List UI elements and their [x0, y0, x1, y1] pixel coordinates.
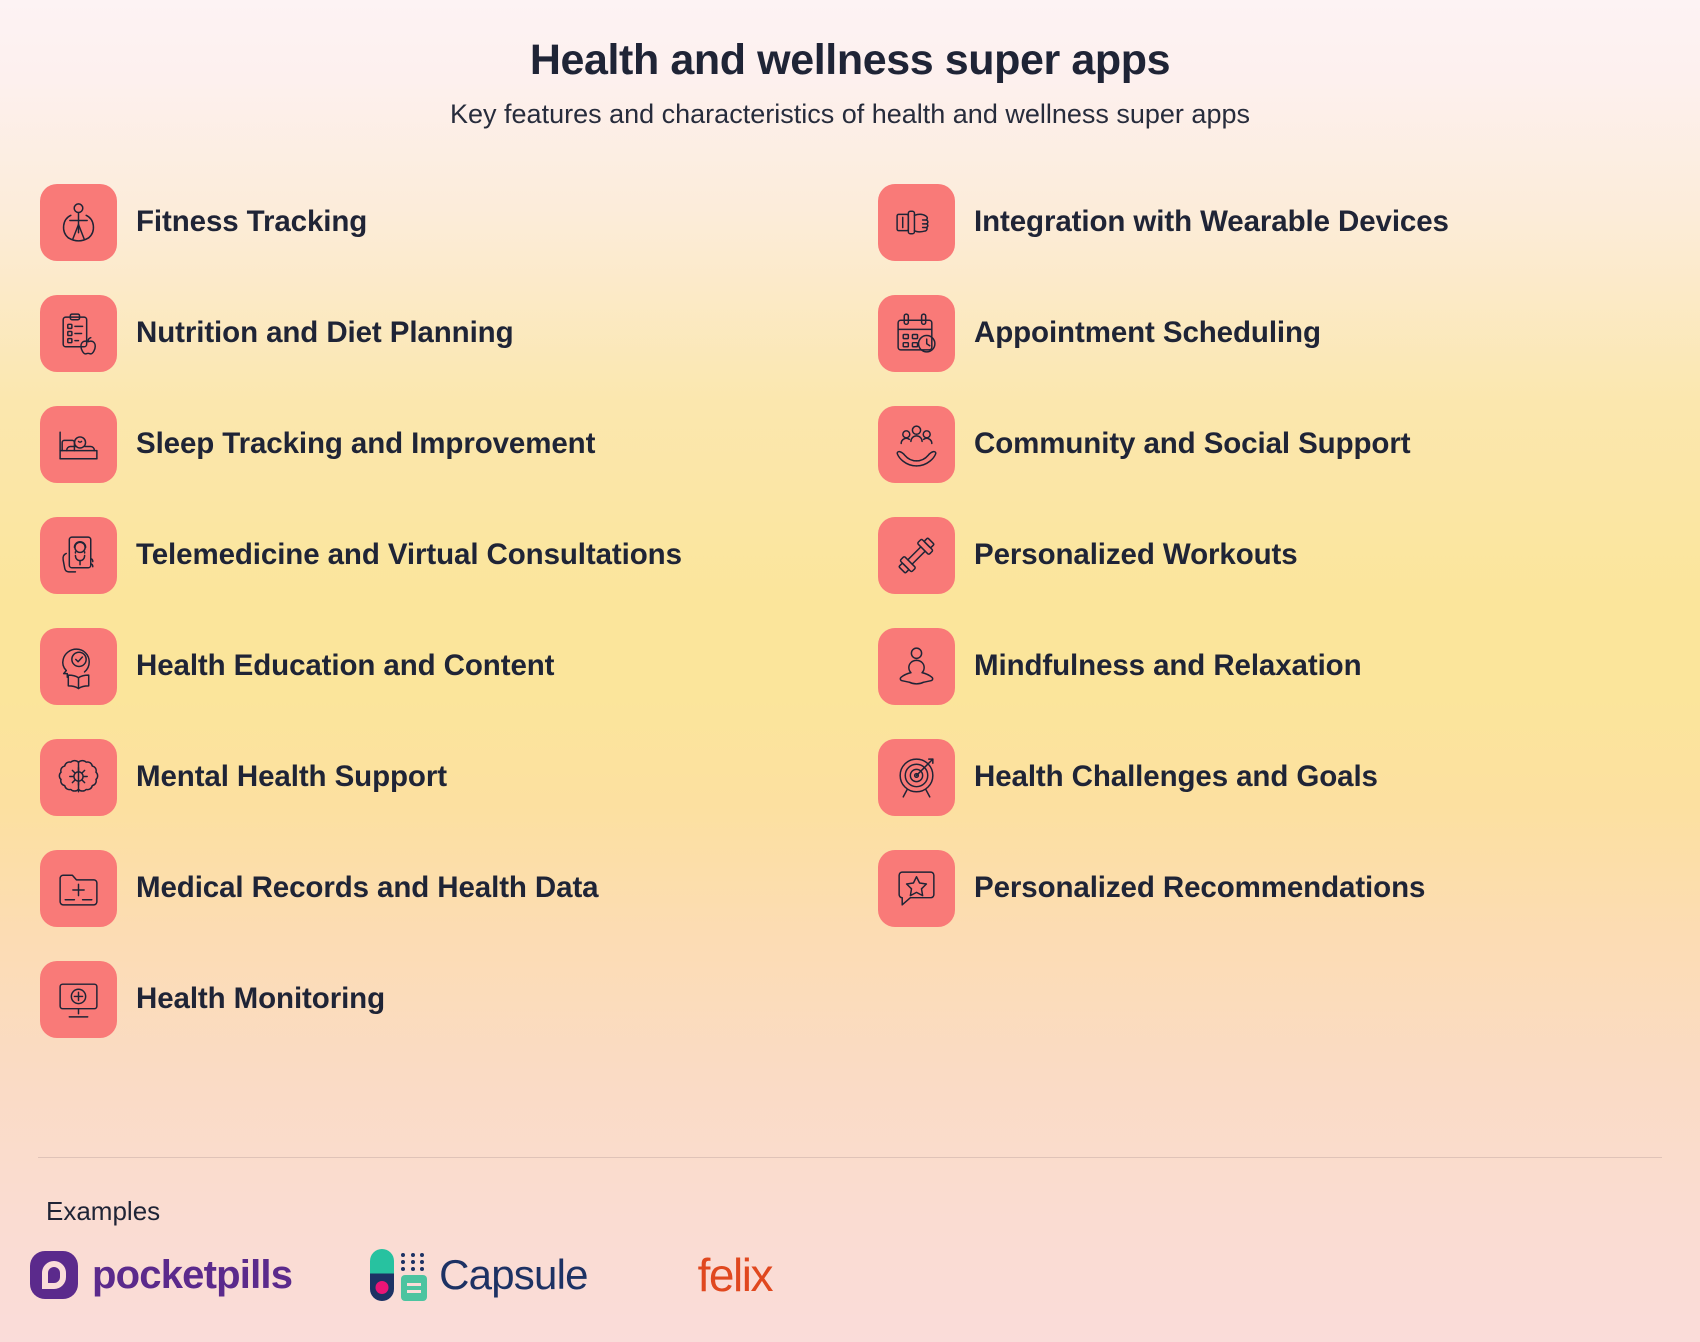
- feature-item-nutrition-diet-planning[interactable]: Nutrition and Diet Planning: [40, 278, 860, 389]
- feature-label: Medical Records and Health Data: [136, 871, 599, 905]
- feature-label: Sleep Tracking and Improvement: [136, 427, 596, 461]
- feature-label: Fitness Tracking: [136, 205, 368, 239]
- logo-felix[interactable]: felix: [697, 1249, 774, 1301]
- feature-item-mindfulness-relaxation[interactable]: Mindfulness and Relaxation: [878, 611, 1660, 722]
- feature-item-health-challenges-goals[interactable]: Health Challenges and Goals: [878, 722, 1660, 833]
- feature-label: Appointment Scheduling: [974, 316, 1321, 350]
- person-jump-rope-icon: [40, 183, 117, 261]
- feature-item-health-education[interactable]: Health Education and Content: [40, 611, 860, 722]
- footer-divider: [38, 1157, 1662, 1158]
- pocketpills-wordmark: pocketpills: [92, 1253, 293, 1297]
- feature-label: Telemedicine and Virtual Consultations: [136, 538, 682, 572]
- folder-plus-icon: [40, 849, 117, 927]
- feature-item-personalized-workouts[interactable]: Personalized Workouts: [878, 500, 1660, 611]
- feature-label: Community and Social Support: [974, 427, 1411, 461]
- examples-label: Examples: [46, 1196, 161, 1226]
- infographic-page: Health and wellness super apps Key featu…: [0, 0, 1700, 1342]
- feature-columns: Fitness Tracking Nutrition and Diet Plan…: [38, 167, 1662, 1055]
- feature-item-medical-records[interactable]: Medical Records and Health Data: [40, 833, 860, 944]
- hands-group-people-icon: [878, 405, 955, 483]
- felix-wordmark: felix: [697, 1249, 774, 1301]
- capsule-dots-icon: [401, 1253, 427, 1271]
- feature-label: Health Education and Content: [136, 649, 555, 683]
- brain-gear-icon: [40, 738, 117, 816]
- capsule-square-icon: [401, 1275, 428, 1301]
- wrist-smartwatch-icon: [878, 183, 955, 261]
- dumbbell-icon: [878, 516, 955, 594]
- feature-label: Integration with Wearable Devices: [974, 205, 1449, 239]
- feature-item-telemedicine[interactable]: Telemedicine and Virtual Consultations: [40, 500, 860, 611]
- feature-item-health-monitoring[interactable]: Health Monitoring: [40, 944, 860, 1055]
- feature-column-right: Integration with Wearable Devices Appoin…: [860, 167, 1660, 1055]
- hand-phone-doctor-icon: [40, 516, 117, 594]
- example-logos: pocketpills Capsule felix: [30, 1249, 774, 1301]
- capsule-wordmark: Capsule: [439, 1251, 588, 1298]
- feature-item-sleep-tracking[interactable]: Sleep Tracking and Improvement: [40, 389, 860, 500]
- header: Health and wellness super apps Key featu…: [38, 0, 1662, 131]
- feature-label: Mindfulness and Relaxation: [974, 649, 1362, 683]
- logo-pocketpills[interactable]: pocketpills: [30, 1251, 293, 1299]
- pocketpills-mark-icon: [30, 1251, 78, 1299]
- feature-item-mental-health-support[interactable]: Mental Health Support: [40, 722, 860, 833]
- calendar-clock-icon: [878, 294, 955, 372]
- capsule-grid-icon: [401, 1253, 428, 1301]
- feature-item-appointment-scheduling[interactable]: Appointment Scheduling: [878, 278, 1660, 389]
- feature-column-left: Fitness Tracking Nutrition and Diet Plan…: [40, 167, 860, 1055]
- feature-label: Health Monitoring: [136, 982, 386, 1016]
- meditation-lotus-icon: [878, 627, 955, 705]
- chat-bubble-star-icon: [878, 849, 955, 927]
- feature-label: Personalized Recommendations: [974, 871, 1426, 905]
- head-check-book-icon: [40, 627, 117, 705]
- feature-label: Mental Health Support: [136, 760, 447, 794]
- monitor-heart-icon: [40, 960, 117, 1038]
- feature-item-fitness-tracking[interactable]: Fitness Tracking: [40, 167, 860, 278]
- target-arrow-icon: [878, 738, 955, 816]
- feature-item-community-social-support[interactable]: Community and Social Support: [878, 389, 1660, 500]
- person-sleeping-bed-icon: [40, 405, 117, 483]
- clipboard-apple-icon: [40, 294, 117, 372]
- feature-label: Health Challenges and Goals: [974, 760, 1378, 794]
- feature-item-personalized-recommendations[interactable]: Personalized Recommendations: [878, 833, 1660, 944]
- capsule-pill-icon: [370, 1249, 395, 1301]
- page-title: Health and wellness super apps: [529, 36, 1171, 84]
- feature-label: Nutrition and Diet Planning: [136, 316, 514, 350]
- logo-capsule[interactable]: Capsule: [370, 1249, 588, 1301]
- feature-item-wearable-integration[interactable]: Integration with Wearable Devices: [878, 167, 1660, 278]
- page-subtitle: Key features and characteristics of heal…: [450, 99, 1250, 130]
- feature-label: Personalized Workouts: [974, 538, 1298, 572]
- capsule-mark-icon: [370, 1249, 428, 1301]
